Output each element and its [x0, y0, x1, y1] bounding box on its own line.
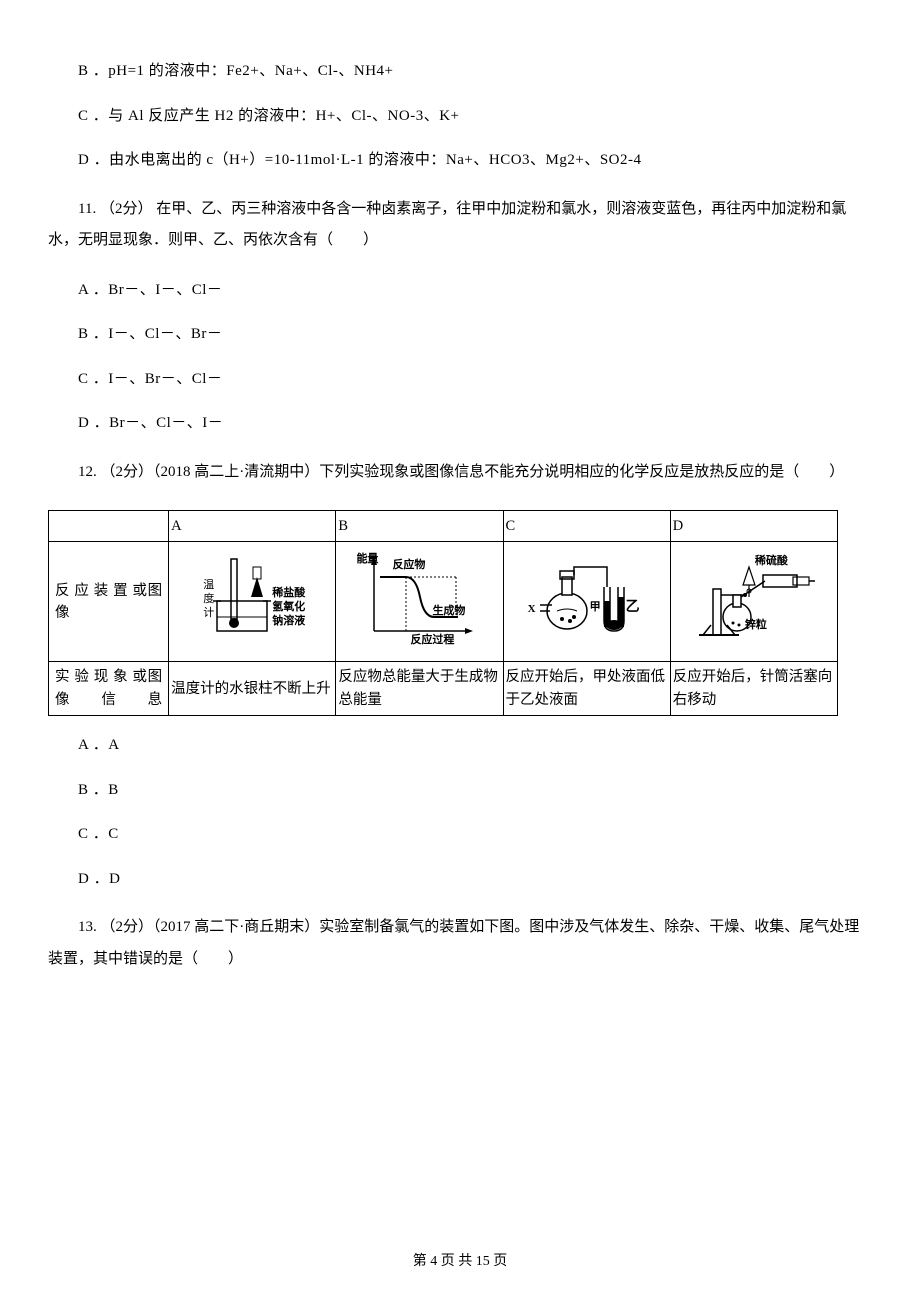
label-temp3: 计 — [203, 605, 214, 622]
q11-option-c[interactable]: C ．I－、Br－、Cl－ — [48, 368, 872, 391]
diagram-b: 能量 反应物 生成物 反应过程 — [336, 542, 503, 662]
q10-option-c[interactable]: C ．与 Al 反应产生 H2 的溶液中：H+、Cl-、NO-3、K+ — [48, 105, 872, 128]
q12-table: A B C D 反 应 装 置 或图像 温 度 计 稀盐 — [48, 510, 838, 716]
q12-option-d[interactable]: D ．D — [48, 868, 872, 891]
q12-stem: 12. （2分）（2018 高二上·清流期中）下列实验现象或图像信息不能充分说明… — [48, 457, 872, 489]
table-row: 反 应 装 置 或图像 温 度 计 稀盐酸 氢氧化 钠溶液 — [49, 542, 838, 662]
info-b: 反应物总能量大于生成物总能量 — [336, 662, 503, 716]
q11-stem: 11. （2分） 在甲、乙、丙三种溶液中各含一种卤素离子，往甲中加淀粉和氯水，则… — [48, 194, 872, 257]
col-header-c: C — [503, 511, 670, 542]
q12-option-b[interactable]: B ．B — [48, 779, 872, 802]
q12-option-c[interactable]: C ．C — [48, 823, 872, 846]
header-blank — [49, 511, 169, 542]
label-product: 生成物 — [432, 603, 465, 620]
label-energy: 能量 — [356, 551, 378, 568]
q10-option-b[interactable]: B ．pH=1 的溶液中：Fe2+、Na+、Cl-、NH4+ — [48, 60, 872, 83]
label-jia: 甲 — [590, 599, 601, 616]
label-x: X — [528, 601, 536, 618]
label-yi: 乙 — [626, 597, 640, 619]
q11-option-d[interactable]: D ．Br－、Cl－、I－ — [48, 412, 872, 435]
label-zinc: 锌粒 — [745, 617, 767, 634]
info-d: 反应开始后，针筒活塞向右移动 — [670, 662, 837, 716]
row-header-device: 反 应 装 置 或图像 — [49, 542, 169, 662]
col-header-d: D — [670, 511, 837, 542]
diagram-d: 稀硫酸 锌粒 — [670, 542, 837, 662]
label-acid2: 稀硫酸 — [755, 553, 788, 570]
q12-option-a[interactable]: A ．A — [48, 734, 872, 757]
row-header-info: 实 验 现 象 或图像信息 — [49, 662, 169, 716]
info-a: 温度计的水银柱不断上升 — [169, 662, 336, 716]
col-header-a: A — [169, 511, 336, 542]
col-header-b: B — [336, 511, 503, 542]
diagram-a: 温 度 计 稀盐酸 氢氧化 钠溶液 — [169, 542, 336, 662]
table-row: 实 验 现 象 或图像信息 温度计的水银柱不断上升 反应物总能量大于生成物总能量… — [49, 662, 838, 716]
q10-option-d[interactable]: D ．由水电离出的 c（H+）=10-11mol·L-1 的溶液中：Na+、HC… — [48, 149, 872, 172]
page-footer: 第 4 页 共 15 页 — [0, 1251, 920, 1272]
label-naoh2: 钠溶液 — [272, 613, 305, 630]
q11-option-a[interactable]: A ．Br－、I－、Cl－ — [48, 279, 872, 302]
table-row: A B C D — [49, 511, 838, 542]
info-c: 反应开始后，甲处液面低于乙处液面 — [503, 662, 670, 716]
q13-stem: 13. （2分）（2017 高二下·商丘期末）实验室制备氯气的装置如下图。图中涉… — [48, 912, 872, 975]
label-reactant: 反应物 — [392, 557, 425, 574]
label-process: 反应过程 — [410, 632, 454, 649]
q11-option-b[interactable]: B ．I－、Cl－、Br－ — [48, 323, 872, 346]
diagram-c: X 甲 乙 — [503, 542, 670, 662]
